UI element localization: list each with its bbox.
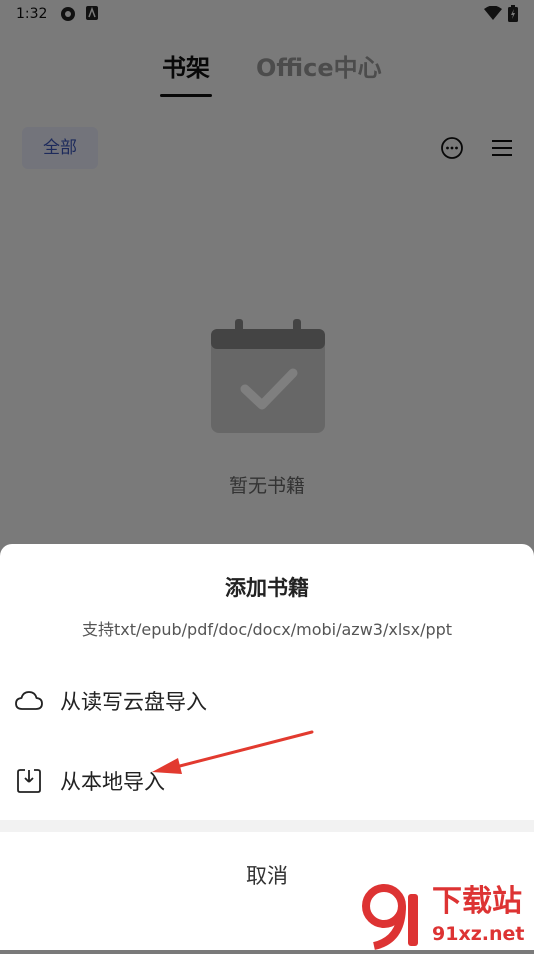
supported-formats-text: 支持txt/epub/pdf/doc/docx/mobi/azw3/xlsx/p… [81,620,453,639]
site-watermark: 下载站 91xz.net [362,884,534,950]
annotation-arrow-icon [148,728,318,778]
watermark-logo-icon [362,884,426,950]
watermark-url: 91xz.net [432,923,525,945]
import-from-cloud-label: 从读写云盘导入 [60,690,207,714]
import-from-cloud-option[interactable]: 从读写云盘导入 [0,666,534,736]
sheet-divider [0,820,534,832]
watermark-title: 下载站 [432,884,522,919]
sheet-title: 添加书籍 [225,576,309,600]
cloud-icon [14,686,44,716]
local-import-icon [14,766,44,796]
